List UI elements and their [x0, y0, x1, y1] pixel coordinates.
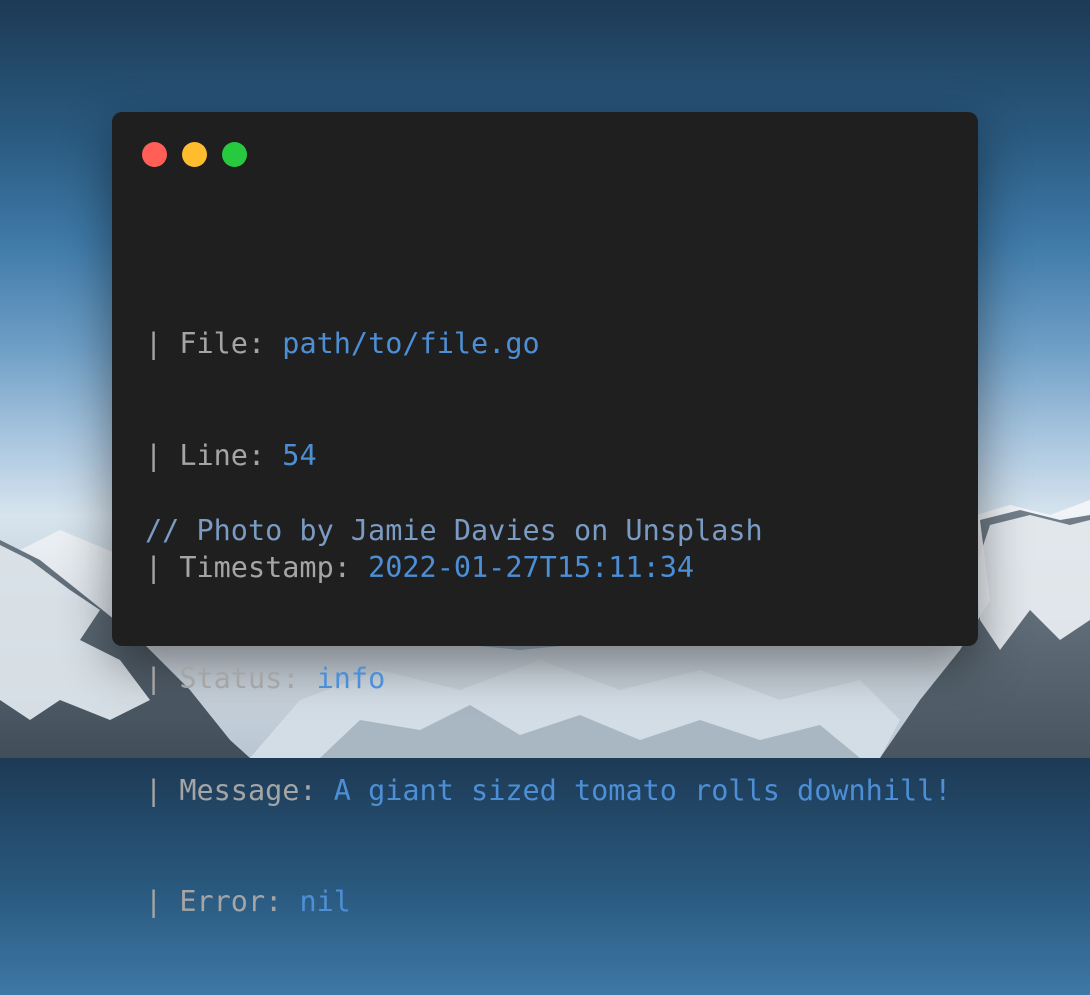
log-value-line: 54	[282, 439, 317, 472]
log-row-status: | Status: info	[145, 660, 951, 697]
log-value-status: info	[316, 662, 386, 696]
photo-credit-comment: // Photo by Jamie Davies on Unsplash	[145, 514, 763, 547]
log-prefix: |	[145, 550, 180, 584]
log-key-message: Message:	[179, 773, 334, 807]
log-key-file: File:	[179, 327, 283, 361]
close-button[interactable]	[142, 142, 167, 167]
log-key-timestamp: Timestamp:	[179, 550, 369, 584]
log-row-line: | Line: 54	[145, 437, 951, 474]
log-key-error: Error:	[179, 885, 300, 919]
log-key-status: Status:	[179, 662, 317, 696]
log-value-file: path/to/file.go	[282, 327, 540, 361]
log-prefix: |	[145, 439, 180, 472]
maximize-button[interactable]	[222, 142, 247, 167]
log-prefix: |	[145, 327, 180, 361]
log-prefix: |	[145, 773, 180, 807]
traffic-lights	[142, 142, 247, 167]
log-row-message: | Message: A giant sized tomato rolls do…	[145, 772, 951, 809]
log-row-timestamp: | Timestamp: 2022-01-27T15:11:34	[145, 549, 951, 586]
log-prefix: |	[145, 662, 180, 696]
log-prefix: |	[145, 885, 180, 919]
terminal-window: | File: path/to/file.go | Line: 54 | Tim…	[112, 112, 978, 918]
log-value-error: nil	[299, 885, 351, 919]
log-value-timestamp: 2022-01-27T15:11:34	[368, 550, 695, 584]
log-row-file: | File: path/to/file.go	[145, 325, 951, 362]
log-row-error: | Error: nil	[145, 883, 951, 920]
log-output: | File: path/to/file.go | Line: 54 | Tim…	[145, 251, 951, 995]
log-value-message: A giant sized tomato rolls downhill!	[333, 773, 952, 807]
minimize-button[interactable]	[182, 142, 207, 167]
log-key-line: Line:	[179, 439, 283, 472]
